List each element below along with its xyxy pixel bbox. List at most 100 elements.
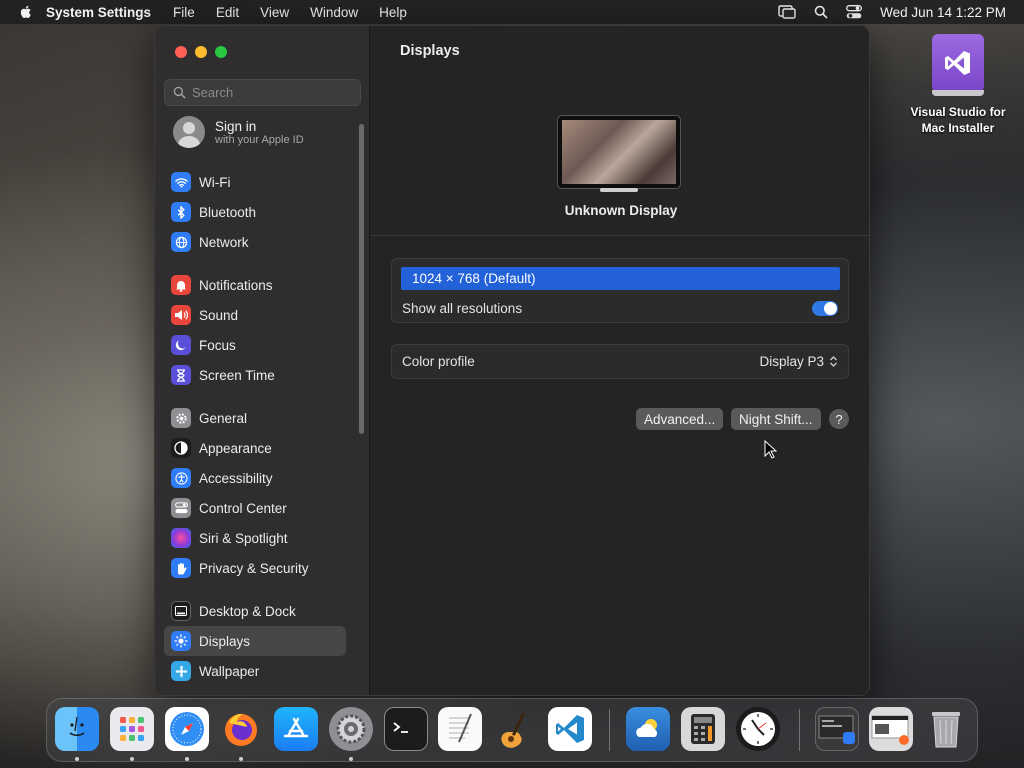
menu-file[interactable]: File — [173, 5, 195, 20]
terminal-icon[interactable] — [384, 707, 428, 751]
menu-view[interactable]: View — [260, 5, 289, 20]
advanced-button[interactable]: Advanced... — [636, 408, 724, 430]
zoom-button[interactable] — [215, 46, 227, 58]
control-center-icon — [171, 498, 191, 518]
sidebar-item-displays[interactable]: Displays — [164, 626, 346, 656]
sidebar-group-general: General Appearance Accessibility Control… — [164, 403, 346, 583]
finder-icon[interactable] — [55, 707, 99, 751]
sidebar: Search Sign in with your Apple ID Wi-Fi … — [155, 26, 370, 695]
downloads-stack-icon[interactable] — [815, 707, 859, 751]
hourglass-icon — [171, 365, 191, 385]
sidebar-item-general[interactable]: General — [164, 403, 346, 433]
displays-pane: Displays Unknown Display 1024 × 768 (Def… — [371, 26, 869, 695]
sidebar-item-wallpaper[interactable]: Wallpaper — [164, 656, 346, 686]
trash-icon[interactable] — [924, 707, 968, 751]
sidebar-item-bluetooth[interactable]: Bluetooth — [164, 197, 346, 227]
accessibility-icon — [171, 468, 191, 488]
sidebar-item-screen-time[interactable]: Screen Time — [164, 360, 346, 390]
desktop-icon-label-line2: Mac Installer — [921, 121, 995, 135]
signin-subtitle: with your Apple ID — [215, 133, 304, 146]
sidebar-group-network: Wi-Fi Bluetooth Network — [164, 167, 346, 257]
apple-menu-icon[interactable] — [18, 4, 34, 20]
menu-edit[interactable]: Edit — [216, 5, 239, 20]
search-placeholder: Search — [192, 85, 234, 100]
garageband-icon[interactable] — [493, 707, 537, 751]
color-profile-select[interactable]: Display P3 — [759, 354, 838, 369]
sidebar-item-label: Wallpaper — [199, 663, 260, 679]
apple-id-signin[interactable]: Sign in with your Apple ID — [173, 116, 304, 148]
sidebar-item-accessibility[interactable]: Accessibility — [164, 463, 346, 493]
search-field[interactable]: Search — [164, 79, 361, 106]
display-preview — [557, 115, 681, 189]
sidebar-item-desktop-dock[interactable]: Desktop & Dock — [164, 596, 346, 626]
sidebar-item-siri-spotlight[interactable]: Siri & Spotlight — [164, 523, 346, 553]
sidebar-item-network[interactable]: Network — [164, 227, 346, 257]
sidebar-item-label: Displays — [199, 633, 251, 649]
show-all-resolutions-label: Show all resolutions — [402, 300, 523, 316]
sidebar-item-label: Focus — [199, 337, 236, 353]
safari-icon[interactable] — [165, 707, 209, 751]
vscode-icon[interactable] — [548, 707, 592, 751]
clock-datetime[interactable]: Wed Jun 14 1:22 PM — [880, 5, 1006, 20]
display-stand — [600, 188, 638, 192]
sidebar-item-label: Bluetooth — [199, 204, 257, 220]
sidebar-item-sound[interactable]: Sound — [164, 300, 346, 330]
spotlight-search-icon[interactable] — [814, 5, 828, 19]
wifi-icon — [171, 172, 191, 192]
dock-icon — [171, 601, 191, 621]
sidebar-item-label: Control Center — [199, 500, 287, 516]
app-store-icon[interactable] — [274, 707, 318, 751]
up-down-chevron-icon — [830, 356, 837, 367]
launchpad-icon[interactable] — [110, 707, 154, 751]
gear-icon — [171, 408, 191, 428]
sidebar-item-notifications[interactable]: Notifications — [164, 270, 346, 300]
sidebar-item-label: Sound — [199, 307, 239, 323]
sidebar-item-appearance[interactable]: Appearance — [164, 433, 346, 463]
textedit-icon[interactable] — [438, 707, 482, 751]
resolution-option-selected[interactable]: 1024 × 768 (Default) — [401, 267, 840, 290]
sidebar-item-focus[interactable]: Focus — [164, 330, 346, 360]
dock-separator — [799, 709, 800, 751]
firefox-running-indicator — [239, 757, 243, 761]
screen-mirroring-icon[interactable] — [778, 5, 796, 19]
sidebar-scrollbar[interactable] — [359, 124, 364, 434]
show-all-resolutions-toggle[interactable] — [812, 300, 838, 316]
display-name: Unknown Display — [564, 203, 678, 218]
divider — [371, 235, 869, 236]
mouse-cursor-icon — [764, 440, 777, 459]
color-profile-row: Color profile Display P3 — [391, 344, 849, 379]
hand-icon — [171, 558, 191, 578]
system-settings-running-indicator — [349, 757, 353, 761]
firefox-icon[interactable] — [219, 707, 263, 751]
appearance-icon — [171, 438, 191, 458]
weather-icon[interactable] — [626, 707, 670, 751]
sidebar-item-control-center[interactable]: Control Center — [164, 493, 346, 523]
resolution-list: 1024 × 768 (Default) Show all resolution… — [391, 258, 849, 323]
system-settings-icon[interactable] — [329, 707, 373, 751]
display-thumbnail[interactable] — [557, 114, 681, 194]
system-settings-window: Search Sign in with your Apple ID Wi-Fi … — [154, 25, 870, 696]
sidebar-item-label: Screen Time — [199, 367, 275, 383]
wallpaper-icon — [171, 661, 191, 681]
menu-window[interactable]: Window — [310, 5, 358, 20]
help-button[interactable]: ? — [829, 409, 849, 429]
sidebar-item-privacy-security[interactable]: Privacy & Security — [164, 553, 346, 583]
menu-help[interactable]: Help — [379, 5, 407, 20]
clock-icon[interactable] — [736, 707, 780, 751]
sidebar-item-label: Privacy & Security — [199, 560, 309, 576]
documents-stack-icon[interactable] — [869, 707, 913, 751]
sidebar-item-label: Desktop & Dock — [199, 603, 296, 619]
app-menu[interactable]: System Settings — [46, 5, 151, 20]
calculator-icon[interactable] — [681, 707, 725, 751]
desktop-icon-vs-installer[interactable]: Visual Studio for Mac Installer — [900, 34, 1016, 136]
sidebar-item-label: Notifications — [199, 277, 273, 293]
sidebar-item-label: General — [199, 410, 248, 426]
minimize-button[interactable] — [195, 46, 207, 58]
sidebar-item-label: Accessibility — [199, 470, 273, 486]
show-all-resolutions-row: Show all resolutions — [402, 297, 838, 319]
color-profile-label: Color profile — [402, 354, 475, 369]
sidebar-item-wifi[interactable]: Wi-Fi — [164, 167, 346, 197]
close-button[interactable] — [175, 46, 187, 58]
night-shift-button[interactable]: Night Shift... — [731, 408, 821, 430]
control-center-icon[interactable] — [846, 5, 863, 19]
